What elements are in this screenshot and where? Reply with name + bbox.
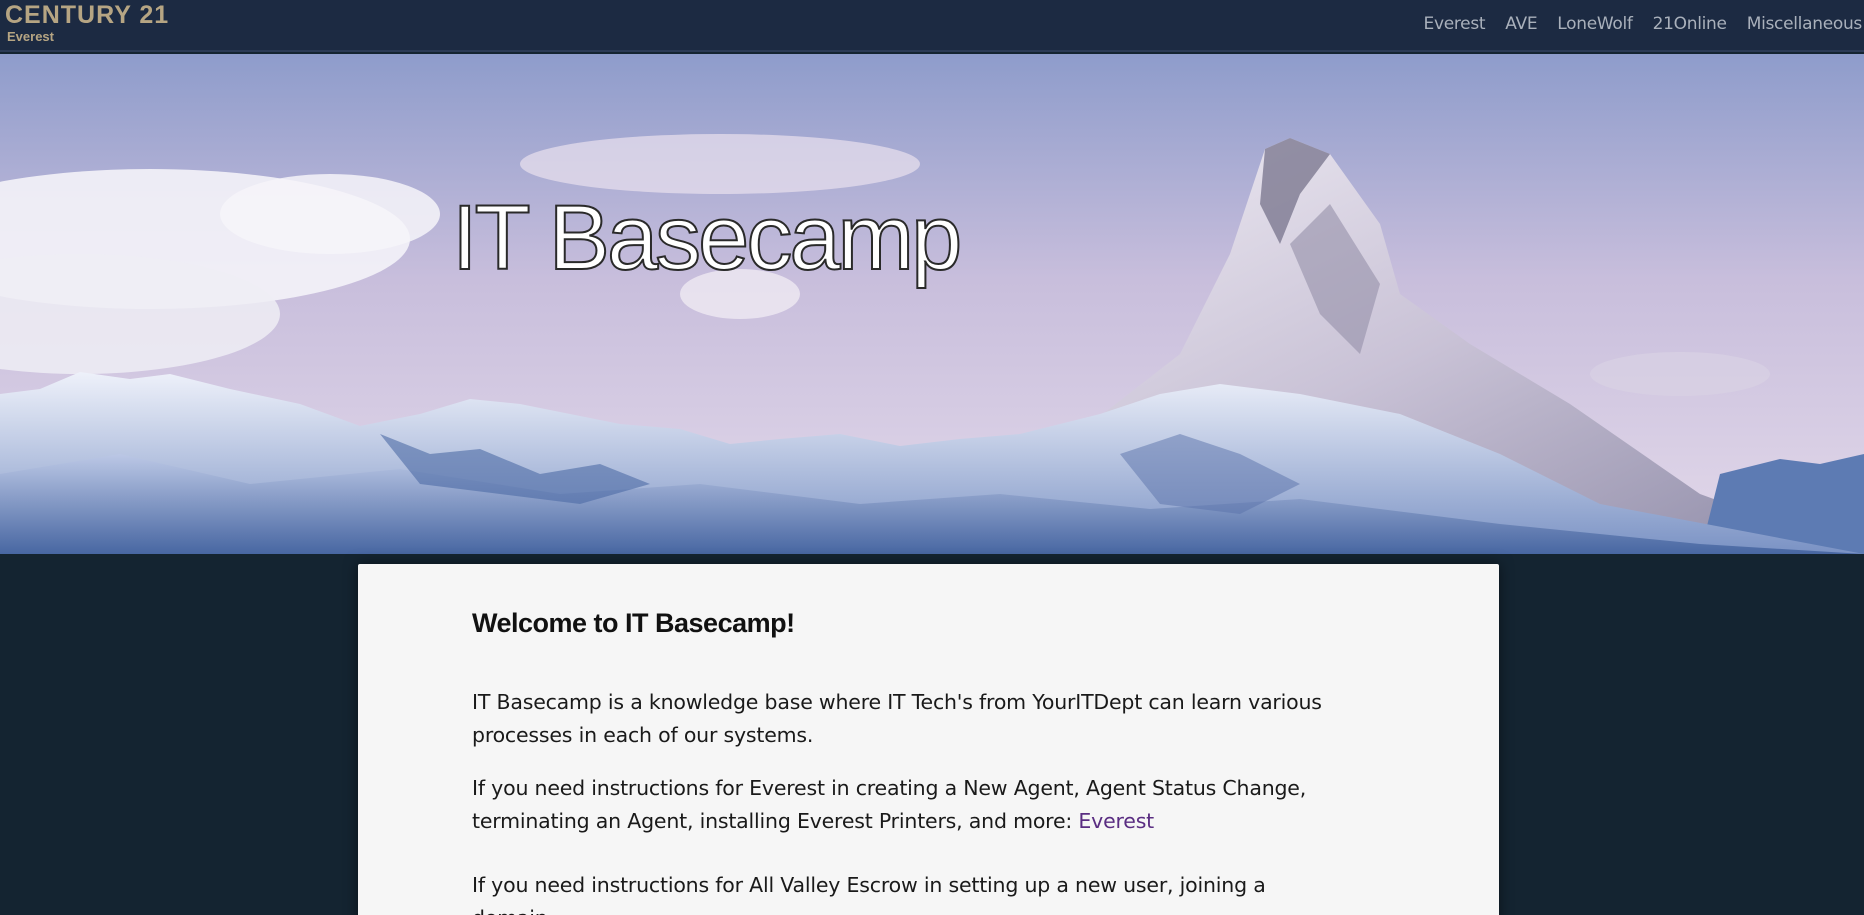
nav-link-ave[interactable]: AVE [1505, 14, 1537, 34]
logo-subtitle: Everest [7, 29, 54, 44]
mountain-landscape-image [0, 54, 1864, 554]
content-card: Welcome to IT Basecamp! IT Basecamp is a… [358, 564, 1499, 915]
everest-link[interactable]: Everest [1078, 809, 1154, 833]
nav-link-miscellaneous[interactable]: Miscellaneous [1747, 14, 1863, 34]
welcome-heading: Welcome to IT Basecamp! [472, 608, 795, 638]
hero-title: IT Basecamp [451, 186, 963, 290]
hero-banner: IT Basecamp [0, 54, 1864, 554]
everest-paragraph: If you need instructions for Everest in … [472, 772, 1332, 838]
nav-link-21online[interactable]: 21Online [1653, 14, 1727, 34]
century21-logo[interactable]: CENTURY 21 Everest [5, 1, 169, 45]
intro-paragraph: IT Basecamp is a knowledge base where IT… [472, 690, 1322, 747]
everest-paragraph-text: If you need instructions for Everest in … [472, 776, 1307, 833]
top-navbar: CENTURY 21 Everest Everest AVE LoneWolf … [0, 0, 1864, 52]
content-body: Welcome to IT Basecamp! IT Basecamp is a… [472, 608, 1332, 915]
nav-link-everest[interactable]: Everest [1424, 14, 1486, 34]
logo-wordmark: CENTURY 21 [5, 1, 170, 29]
nav-link-lonewolf[interactable]: LoneWolf [1557, 14, 1633, 34]
ave-paragraph: If you need instructions for All Valley … [472, 873, 1266, 915]
main-nav: Everest AVE LoneWolf 21Online Miscellane… [1424, 14, 1864, 34]
